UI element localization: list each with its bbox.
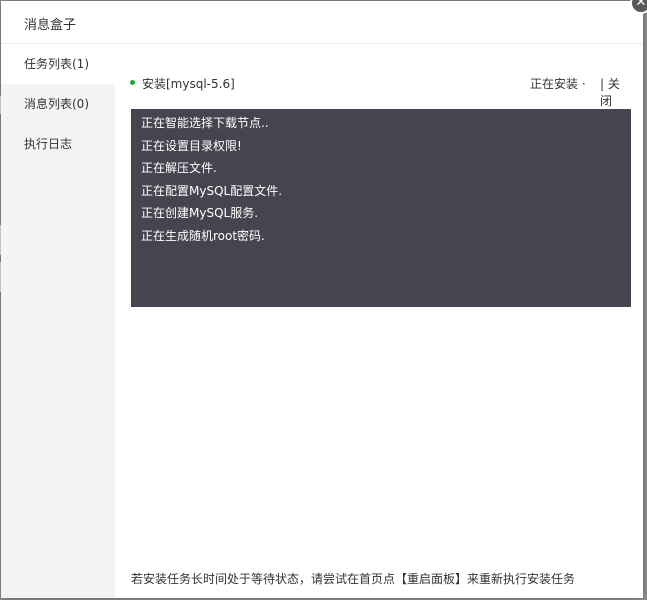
- task-panel: 安装[mysql-5.6] 正在安装 · | 关闭 正在智能选择下载节点.. 正…: [115, 44, 643, 598]
- sidebar-item-task-list[interactable]: 任务列表(1): [1, 44, 115, 84]
- sidebar-item-execution-log[interactable]: 执行日志: [1, 124, 115, 164]
- status-dot-icon: [130, 80, 135, 85]
- log-line: 正在智能选择下载节点..: [141, 116, 269, 130]
- task-close-button[interactable]: | 关闭: [600, 75, 630, 109]
- log-line: 正在设置目录权限!: [141, 138, 242, 153]
- sidebar-item-message-list[interactable]: 消息列表(0): [1, 84, 115, 124]
- log-line: 正在生成随机root密码.: [141, 228, 265, 243]
- log-line: 正在解压文件.: [141, 161, 217, 175]
- log-line: 正在配置MySQL配置文件.: [141, 183, 283, 198]
- sidebar: 任务列表(1) 消息列表(0) 执行日志: [1, 44, 115, 598]
- log-line: 正在创建MySQL服务.: [141, 206, 259, 220]
- task-row: 安装[mysql-5.6] 正在安装 · | 关闭: [130, 74, 630, 108]
- dialog-title: 消息盒子: [24, 18, 77, 33]
- task-name: 安装[mysql-5.6]: [142, 77, 235, 91]
- dialog-header: 消息盒子: [1, 1, 643, 44]
- restart-tip-text: 若安装任务长时间处于等待状态，请尝试在首页点【重启面板】来重新执行安装任务: [131, 572, 576, 586]
- task-status: 正在安装 ·: [530, 77, 586, 91]
- install-log-console: 正在智能选择下载节点.. 正在设置目录权限! 正在解压文件. 正在配置MySQL…: [131, 109, 631, 307]
- message-box-dialog: 消息盒子 任务列表(1) 消息列表(0) 执行日志 安装[mysql-5.6] …: [1, 1, 643, 598]
